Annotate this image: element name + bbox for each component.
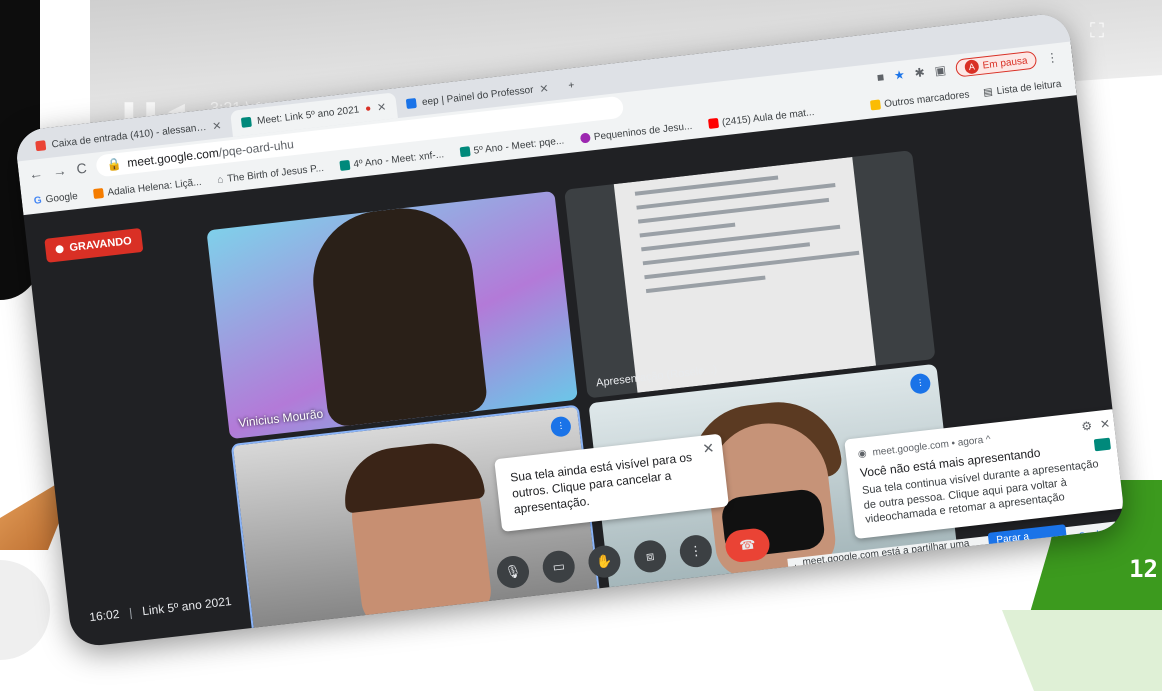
meet-icon <box>459 146 471 158</box>
bookmark-label: The Birth of Jesus P... <box>226 162 325 185</box>
decoration-blob <box>0 560 50 660</box>
close-icon[interactable]: ✕ <box>1099 416 1111 433</box>
lock-icon: 🔒 <box>105 156 123 173</box>
recording-dot-icon: ● <box>364 102 372 115</box>
notification-icons: ⚙ ✕ <box>1081 416 1111 435</box>
back-icon[interactable]: ← <box>28 165 44 182</box>
bookmark-label: (2415) Aula de mat... <box>721 106 815 128</box>
bookmark-outros[interactable]: Outros marcadores <box>869 88 971 111</box>
divider: | <box>128 605 134 620</box>
extensions-icon[interactable]: ✱ <box>914 65 926 80</box>
green-ribbon-light <box>1002 610 1162 691</box>
raise-hand-icon[interactable]: ✋ <box>586 543 623 580</box>
participant-video <box>305 201 489 428</box>
meet-icon <box>1093 437 1112 452</box>
house-icon: ⌂ <box>216 173 224 186</box>
presentation-tile[interactable]: Apresentação (Rosele...) <box>564 150 936 399</box>
bookmark-adalia[interactable]: Adalia Helena: Liçã... <box>93 176 203 200</box>
reading-list-icon: ▤ <box>982 86 994 99</box>
slide-number: 12 <box>1129 555 1158 583</box>
end-call-icon[interactable]: ☎ <box>723 526 772 564</box>
menu-icon[interactable]: ⋮ <box>1046 50 1060 65</box>
audio-level-icon: ⫶ <box>909 372 932 395</box>
close-icon[interactable]: ✕ <box>376 100 387 114</box>
forward-icon[interactable]: → <box>52 162 68 179</box>
camera-icon[interactable]: ■ <box>876 70 885 85</box>
chrome-icon: ◉ <box>857 448 868 461</box>
camera-icon[interactable]: ▭ <box>541 549 577 585</box>
reload-icon[interactable]: C <box>76 160 88 177</box>
bookmark-youtube[interactable]: (2415) Aula de mat... <box>707 106 815 130</box>
google-icon: G <box>33 194 43 207</box>
gmail-icon <box>35 140 47 152</box>
settings-icon[interactable]: ⚙ <box>1081 418 1094 435</box>
drag-handle-icon[interactable]: ⁞ <box>794 563 798 574</box>
recording-badge: GRAVANDO <box>44 227 143 263</box>
url-path: /pqe-oard-uhu <box>218 137 295 160</box>
blogger-icon <box>93 187 105 200</box>
meeting-time: 16:02 <box>88 606 121 625</box>
recording-label: GRAVANDO <box>68 235 133 255</box>
meeting-info: 16:02 | Link 5º ano 2021 <box>89 594 233 624</box>
bookmark-lista-leitura[interactable]: ▤ Lista de leitura <box>983 78 1062 98</box>
bookmark-birth-of-jesus[interactable]: ⌂ The Birth of Jesus P... <box>217 162 325 185</box>
microphone-icon[interactable]: 🎙 <box>495 554 531 590</box>
bookmark-label: 5º Ano - Meet: pqe... <box>473 134 565 157</box>
url-host: meet.google.com <box>126 145 220 170</box>
shared-document <box>613 156 876 393</box>
bookmark-label: Adalia Helena: Liçã... <box>106 176 203 198</box>
audio-level-icon: ⫶ <box>549 415 572 438</box>
fullscreen-icon[interactable]: ⛶ <box>1090 20 1104 43</box>
bookmark-pequeninos[interactable]: Pequeninos de Jesu... <box>579 120 693 144</box>
classroom-icon <box>405 97 417 110</box>
more-options-icon[interactable]: ⋮ <box>678 533 714 569</box>
folder-icon <box>869 99 881 111</box>
bookmark-label: Google <box>45 190 79 205</box>
recording-dot-icon <box>55 244 65 254</box>
bookmark-label: 4º Ano - Meet: xnf-... <box>352 148 445 170</box>
present-icon[interactable]: ⧈ <box>632 538 668 575</box>
bookmark-label: Pequeninos de Jesu... <box>593 120 693 143</box>
meeting-name: Link 5º ano 2021 <box>141 594 233 619</box>
close-icon[interactable]: ✕ <box>702 438 716 458</box>
star-icon[interactable]: ★ <box>893 68 905 83</box>
participant-name: Vinicius Mourão <box>237 406 324 431</box>
meet-icon <box>240 116 252 128</box>
profile-status: Em pausa <box>982 55 1029 72</box>
new-tab-button[interactable]: + <box>557 71 586 100</box>
avatar: A <box>964 59 980 75</box>
close-icon[interactable]: ✕ <box>539 81 550 95</box>
bookmark-label: Outros marcadores <box>883 88 971 110</box>
bookmark-label: Lista de leitura <box>996 78 1062 97</box>
participant-name: gabriel freitas <box>263 619 337 642</box>
youtube-icon <box>707 117 719 130</box>
popup-text: Sua tela ainda está visível para os outr… <box>509 450 693 517</box>
profile-button[interactable]: A Em pausa <box>954 50 1038 78</box>
media-icon[interactable]: ▣ <box>934 63 947 78</box>
bookmark-5-ano[interactable]: 5º Ano - Meet: pqe... <box>459 135 565 158</box>
close-icon[interactable]: ✕ <box>212 119 223 133</box>
bookmark-google[interactable]: G Google <box>33 190 78 206</box>
site-icon <box>579 132 591 144</box>
bookmark-4-ano[interactable]: 4º Ano - Meet: xnf-... <box>339 148 445 172</box>
meet-icon <box>339 159 351 171</box>
participant-tile-vinicius[interactable]: Vinicius Mourão <box>206 190 578 440</box>
